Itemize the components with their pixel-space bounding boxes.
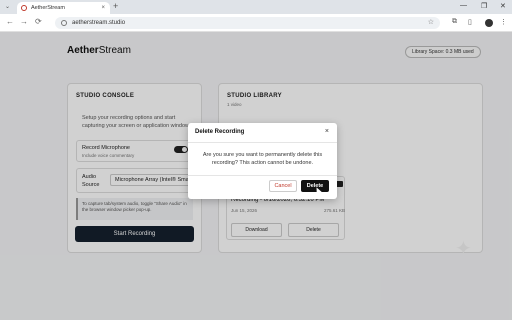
address-bar-row: ← → ⟳ aetherstream.studio ☆ ⧉ ▯ ⋮ <box>0 14 512 32</box>
back-icon[interactable]: ← <box>6 17 14 26</box>
dialog-divider <box>188 142 337 143</box>
reload-icon[interactable]: ⟳ <box>35 17 42 26</box>
dialog-message: Are you sure you want to permanently del… <box>202 152 323 166</box>
new-tab-button[interactable]: + <box>113 1 118 11</box>
sidebar-icon[interactable]: ▯ <box>468 18 472 26</box>
url-text: aetherstream.studio <box>72 20 126 26</box>
dialog-title: Delete Recording <box>195 129 245 135</box>
cancel-button[interactable]: Cancel <box>269 180 297 192</box>
maximize-icon[interactable]: ❐ <box>481 2 487 10</box>
profile-avatar[interactable] <box>485 19 493 27</box>
browser-tab-bar: ⌄ AetherStream × + — ❐ ✕ <box>0 0 512 14</box>
forward-icon[interactable]: → <box>20 17 28 26</box>
window-close-icon[interactable]: ✕ <box>500 2 506 10</box>
extensions-icon[interactable]: ⧉ <box>452 18 457 26</box>
menu-kebab-icon[interactable]: ⋮ <box>500 18 507 26</box>
favicon-icon <box>21 5 27 11</box>
tab-title: AetherStream <box>31 5 65 11</box>
url-input[interactable]: aetherstream.studio ☆ <box>55 17 440 29</box>
dialog-footer-divider <box>188 175 337 176</box>
bookmark-star-icon[interactable]: ☆ <box>428 18 434 26</box>
tab-search-chevron-icon[interactable]: ⌄ <box>5 3 10 10</box>
minimize-icon[interactable]: — <box>460 2 467 9</box>
tab-close-icon[interactable]: × <box>101 5 105 11</box>
browser-tab[interactable]: AetherStream × <box>17 2 110 14</box>
site-info-icon[interactable] <box>61 20 67 26</box>
close-icon[interactable]: × <box>325 128 329 135</box>
delete-recording-dialog: Delete Recording × Are you sure you want… <box>188 123 337 199</box>
